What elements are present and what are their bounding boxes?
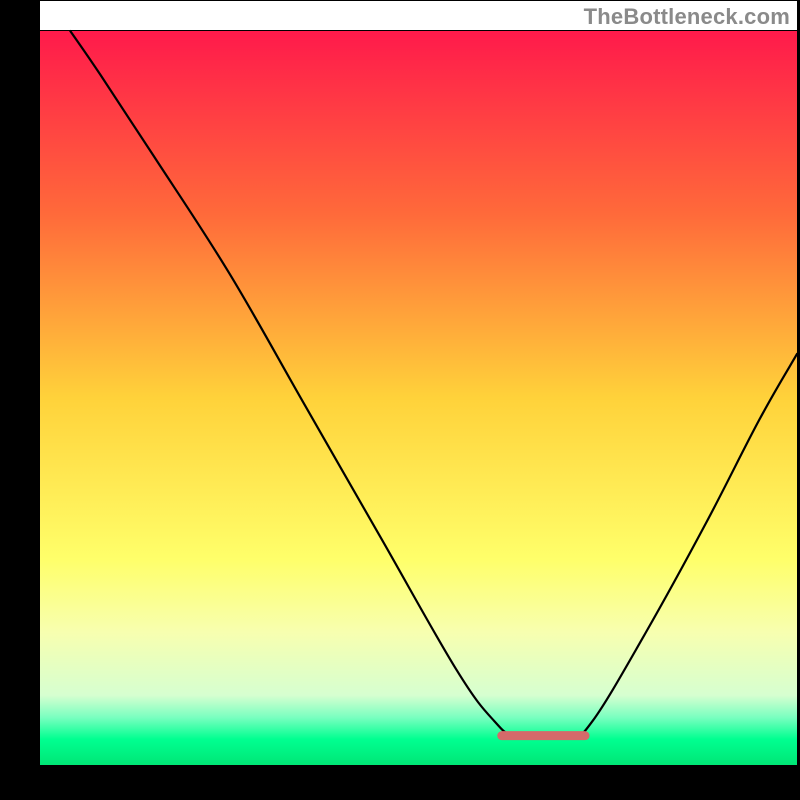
chart-background (40, 31, 797, 765)
watermark-text: TheBottleneck.com (584, 4, 790, 30)
frame-bottom (0, 765, 800, 800)
frame-top (0, 0, 800, 1)
frame-left (0, 0, 40, 800)
bottleneck-chart (0, 0, 800, 800)
frame-top-inner (40, 30, 797, 31)
